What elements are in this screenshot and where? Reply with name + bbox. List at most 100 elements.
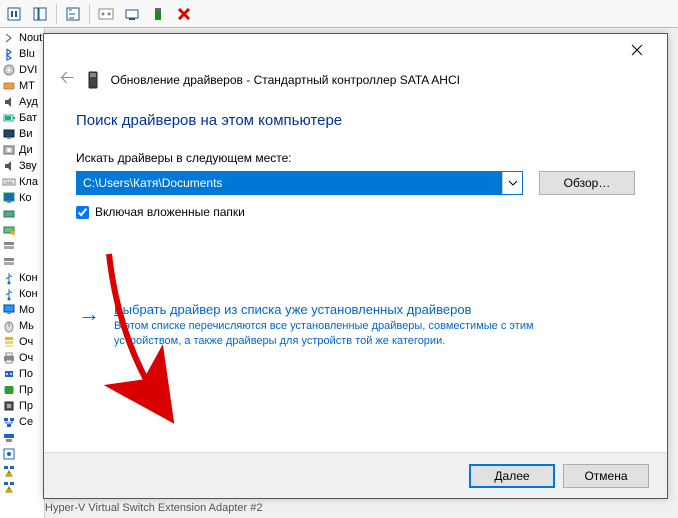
device-tree-item[interactable]: Кон bbox=[0, 286, 44, 302]
browse-button[interactable]: Обзор… bbox=[539, 171, 635, 195]
device-label: Оч bbox=[19, 352, 33, 364]
audio-icon bbox=[2, 95, 16, 109]
printer-icon bbox=[2, 351, 16, 365]
device-label: MT bbox=[19, 80, 35, 92]
device-label: Се bbox=[19, 416, 33, 428]
chevron-down-icon[interactable] bbox=[502, 172, 522, 194]
toolbar-hidden-icon[interactable] bbox=[96, 4, 116, 24]
svg-text:!: ! bbox=[8, 472, 9, 478]
link-title: Выбрать драйвер из списка уже установлен… bbox=[114, 302, 594, 317]
device-tree-item[interactable]: MT bbox=[0, 78, 44, 94]
path-value: C:\Users\Катя\Documents bbox=[77, 172, 502, 194]
device-label: Ауд bbox=[19, 96, 38, 108]
device-tree-item[interactable]: Blu bbox=[0, 46, 44, 62]
arrow-right-icon: → bbox=[78, 302, 100, 325]
device-label: Ди bbox=[19, 144, 33, 156]
device-tree: Nout Blu DVI MT Ауд Бат Ви Ди Зву Кла Ко Кон Кон Мо Мь… bbox=[0, 28, 45, 518]
device-label: Ви bbox=[19, 128, 32, 140]
network3-icon bbox=[2, 447, 16, 461]
device-tree-item[interactable] bbox=[0, 222, 44, 238]
cancel-button[interactable]: Отмена bbox=[563, 464, 649, 488]
device-label: Ко bbox=[19, 192, 32, 204]
device-tree-item[interactable] bbox=[0, 206, 44, 222]
dialog-titlebar bbox=[44, 34, 667, 66]
app-toolbar bbox=[0, 0, 678, 28]
battery-icon bbox=[2, 111, 16, 125]
warn-net-icon: ! bbox=[2, 479, 16, 493]
audio-icon bbox=[2, 159, 16, 173]
pick-from-list-link[interactable]: → Выбрать драйвер из списка уже установл… bbox=[78, 302, 635, 350]
keyboard-icon bbox=[2, 175, 16, 189]
network-icon bbox=[2, 415, 16, 429]
include-subfolders-checkbox[interactable]: Включая вложенные папки bbox=[76, 205, 635, 219]
device-tree-item[interactable]: Мь bbox=[0, 318, 44, 334]
device-label: Кон bbox=[19, 288, 38, 300]
device-tree-item[interactable]: ! bbox=[0, 478, 44, 494]
back-icon[interactable]: 🡠 bbox=[60, 65, 75, 95]
device-tree-item[interactable]: Оч bbox=[0, 334, 44, 350]
toolbar-remove-icon[interactable] bbox=[174, 4, 194, 24]
firmware-icon bbox=[2, 383, 16, 397]
device-tree-item[interactable]: Оч bbox=[0, 350, 44, 366]
toolbar-columns-icon[interactable] bbox=[30, 4, 50, 24]
chevron-icon bbox=[2, 31, 16, 45]
dialog-footer: Далее Отмена bbox=[44, 452, 667, 498]
mouse-icon bbox=[2, 319, 16, 333]
device-label: Оч bbox=[19, 336, 33, 348]
device-label: Blu bbox=[19, 48, 35, 60]
usb-icon bbox=[2, 271, 16, 285]
include-subfolders-input[interactable] bbox=[76, 206, 89, 219]
device-tree-item[interactable]: DVI bbox=[0, 62, 44, 78]
device-tree-item[interactable] bbox=[0, 254, 44, 270]
device-tree-item[interactable]: Ди bbox=[0, 142, 44, 158]
cpu-icon bbox=[2, 399, 16, 413]
close-button[interactable] bbox=[615, 35, 659, 65]
device-tree-item[interactable]: Nout bbox=[0, 30, 44, 46]
device-tree-item[interactable]: ! bbox=[0, 462, 44, 478]
device-tree-item[interactable]: Ко bbox=[0, 190, 44, 206]
device-label: По bbox=[19, 368, 33, 380]
device-tree-item[interactable]: Ауд bbox=[0, 94, 44, 110]
device-tree-item[interactable]: Бат bbox=[0, 110, 44, 126]
path-label: Искать драйверы в следующем месте: bbox=[76, 151, 635, 165]
device-tree-item[interactable] bbox=[0, 446, 44, 462]
dialog-content: Поиск драйверов на этом компьютере Искат… bbox=[44, 94, 667, 452]
device-tree-item[interactable]: Пр bbox=[0, 382, 44, 398]
hid-icon bbox=[2, 79, 16, 93]
device-tree-item[interactable]: Зву bbox=[0, 158, 44, 174]
device-tree-item[interactable] bbox=[0, 430, 44, 446]
device-label: Кла bbox=[19, 176, 38, 188]
device-tree-item[interactable] bbox=[0, 238, 44, 254]
port-icon bbox=[2, 367, 16, 381]
ide-icon bbox=[2, 207, 16, 221]
ide-dev-icon bbox=[2, 223, 16, 237]
bluetooth-icon bbox=[2, 47, 16, 61]
toolbar-scan-icon[interactable] bbox=[122, 4, 142, 24]
device-label: Мь bbox=[19, 320, 34, 332]
usb-icon bbox=[2, 287, 16, 301]
device-tree-item[interactable]: Ви bbox=[0, 126, 44, 142]
toolbar-properties-icon[interactable] bbox=[4, 4, 24, 24]
device-tree-item[interactable]: Кон bbox=[0, 270, 44, 286]
device-tree-item[interactable]: Пр bbox=[0, 398, 44, 414]
network2-icon bbox=[2, 431, 16, 445]
dialog-header: 🡠 Обновление драйверов - Стандартный кон… bbox=[44, 66, 667, 94]
next-button[interactable]: Далее bbox=[469, 464, 555, 488]
device-tree-item[interactable]: По bbox=[0, 366, 44, 382]
device-label: DVI bbox=[19, 64, 37, 76]
include-subfolders-label: Включая вложенные папки bbox=[95, 205, 245, 219]
content-heading: Поиск драйверов на этом компьютере bbox=[76, 112, 635, 129]
device-tree-item[interactable]: Мо bbox=[0, 302, 44, 318]
computer-icon bbox=[2, 191, 16, 205]
toolbar-add-hardware-icon[interactable] bbox=[148, 4, 168, 24]
video-icon bbox=[2, 127, 16, 141]
device-label: Пр bbox=[19, 400, 33, 412]
device-label: Мо bbox=[19, 304, 34, 316]
toolbar-tree-icon[interactable] bbox=[63, 4, 83, 24]
adapter-caption: Hyper-V Virtual Switch Extension Adapter… bbox=[45, 502, 262, 514]
device-icon bbox=[87, 70, 99, 90]
device-tree-item[interactable]: Се bbox=[0, 414, 44, 430]
device-tree-item[interactable]: Кла bbox=[0, 174, 44, 190]
path-combobox[interactable]: C:\Users\Катя\Documents bbox=[76, 171, 523, 195]
link-description: В этом списке перечисляются все установл… bbox=[114, 319, 594, 350]
